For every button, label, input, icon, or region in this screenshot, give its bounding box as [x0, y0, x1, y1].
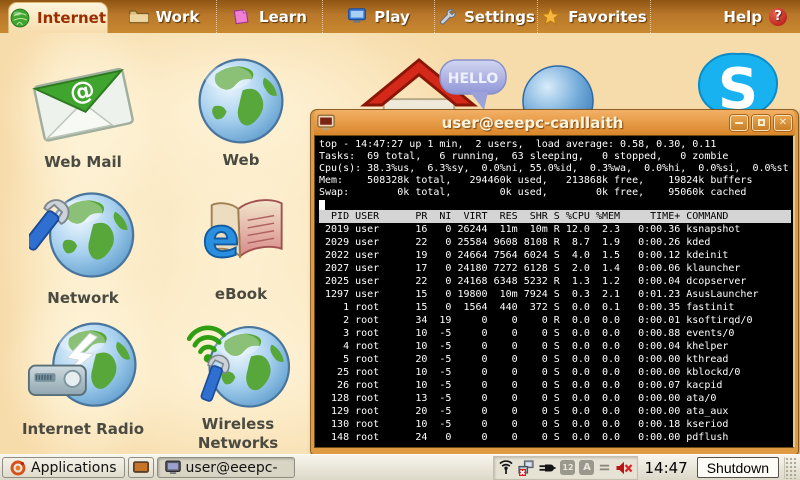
terminal-screen[interactable]: top - 14:47:27 up 1 min, 2 users, load a…: [314, 135, 795, 448]
taskbar-window-button[interactable]: user@eeepc-: [157, 457, 295, 478]
applications-label: Applications: [31, 460, 117, 476]
launcher-network[interactable]: Network: [12, 188, 154, 308]
launcher-internet-radio[interactable]: Internet Radio: [2, 320, 164, 439]
tab-label: Favorites: [568, 8, 646, 26]
folder-icon: [129, 7, 149, 27]
power-plug-icon[interactable]: [538, 460, 556, 476]
window-title: user@eeepc-canllaith: [339, 114, 726, 132]
process-table-header: PID USER PR NI VIRT RES SHR S %CPU %MEM …: [319, 210, 791, 223]
terminal-titlebar[interactable]: user@eeepc-canllaith ✕: [314, 110, 795, 135]
launcher-label: Wireless Networks: [178, 415, 298, 453]
tab-play[interactable]: Play: [322, 0, 434, 33]
help-button[interactable]: Help ?: [723, 0, 800, 33]
tab-learn[interactable]: Learn: [216, 0, 322, 33]
tab-internet[interactable]: Internet: [8, 2, 108, 33]
tab-settings[interactable]: Settings: [434, 0, 537, 33]
tab-label: Internet: [37, 9, 106, 27]
globe-icon: [10, 8, 30, 28]
terminal-cursor-line: [319, 199, 791, 210]
wireless-networks-icon: [185, 318, 291, 410]
taskbar-clock: 14:47: [644, 459, 687, 477]
keyboard-indicator-icon[interactable]: 12: [560, 460, 575, 475]
terminal-summary: top - 14:47:27 up 1 min, 2 users, load a…: [319, 139, 791, 199]
webmail-icon: @: [29, 56, 137, 148]
launcher-label: Internet Radio: [2, 420, 164, 439]
star-icon: [541, 7, 561, 27]
terminal-window[interactable]: user@eeepc-canllaith ✕ top - 14:47:27 up…: [311, 110, 798, 454]
tab-label: Settings: [464, 8, 535, 26]
category-tabbar: Internet Work Learn Play Settings: [0, 0, 800, 33]
taskbar-grip[interactable]: [784, 457, 798, 479]
terminal-icon: [317, 114, 335, 131]
minimize-button[interactable]: [730, 115, 748, 131]
play-icon: [347, 7, 367, 27]
terminal-icon: [165, 460, 181, 475]
tab-label: Work: [156, 8, 200, 26]
applications-logo-icon: [10, 460, 26, 476]
desktop: Internet Work Learn Play Settings: [0, 0, 800, 480]
hello-bubble-text: HELLO: [448, 71, 499, 87]
network-disconnected-icon[interactable]: [518, 460, 534, 476]
web-globe-icon: [196, 56, 286, 146]
applications-button[interactable]: Applications: [2, 457, 125, 478]
launcher-web-mail[interactable]: @ Web Mail: [12, 56, 154, 172]
network-icon: [29, 188, 137, 284]
terminal-cursor: [319, 200, 325, 210]
wireless-signal-icon[interactable]: [498, 460, 514, 476]
show-desktop-icon: [133, 461, 149, 474]
launcher-wireless-networks[interactable]: Wireless Networks: [178, 318, 298, 453]
tab-work[interactable]: Work: [112, 0, 216, 33]
show-desktop-button[interactable]: [128, 457, 154, 478]
launcher-label: Web: [170, 151, 312, 170]
launcher-label: Network: [12, 289, 154, 308]
book-icon: [232, 7, 252, 27]
process-table-rows: 2019 user 16 0 26244 11m 10m R 12.0 2.3 …: [319, 223, 791, 444]
taskbar-window-label: user@eeepc-: [186, 460, 278, 476]
maximize-button[interactable]: [752, 115, 770, 131]
shutdown-button[interactable]: Shutdown: [697, 457, 779, 478]
launcher-ebook[interactable]: e eBook: [170, 190, 312, 304]
help-question-icon: ?: [769, 8, 787, 26]
mixer-icon[interactable]: [598, 461, 611, 474]
internet-radio-icon: [27, 320, 139, 415]
close-button[interactable]: ✕: [774, 115, 792, 131]
launcher-label: eBook: [170, 285, 312, 304]
ebook-icon: e: [189, 190, 293, 280]
volume-muted-icon[interactable]: [615, 460, 633, 476]
language-indicator-icon[interactable]: A: [579, 460, 594, 475]
help-label: Help: [723, 8, 762, 26]
tab-label: Play: [374, 8, 410, 26]
svg-text:e: e: [203, 205, 240, 269]
wrench-icon: [437, 7, 457, 27]
system-tray: 12 A: [494, 457, 637, 479]
launcher-label: Web Mail: [12, 153, 154, 172]
tab-favorites[interactable]: Favorites: [537, 0, 651, 33]
taskbar: Applications user@eeepc-: [0, 454, 800, 480]
launcher-web[interactable]: Web: [170, 56, 312, 170]
tab-label: Learn: [259, 8, 307, 26]
